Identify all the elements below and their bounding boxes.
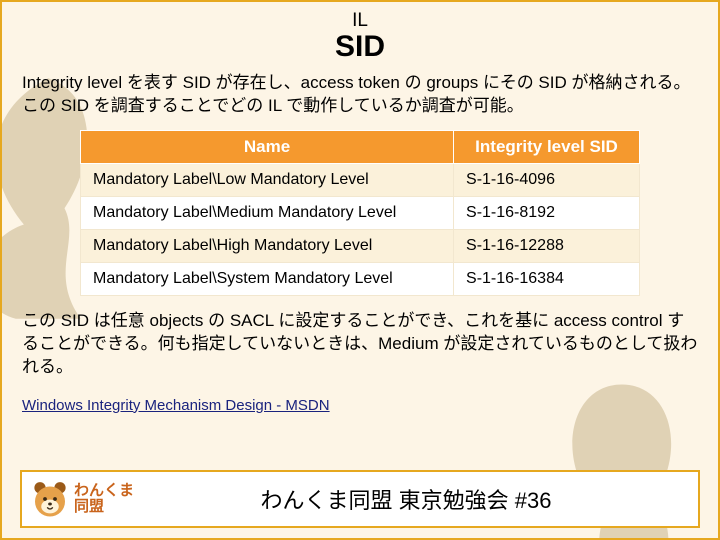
intro-paragraph: Integrity level を表す SID が存在し、access toke… <box>22 72 698 118</box>
logo-line1: わんくま <box>74 483 134 500</box>
cell-sid: S-1-16-8192 <box>454 196 640 229</box>
footer-title: わんくま同盟 東京勉強会 #36 <box>134 483 698 515</box>
closing-paragraph: この SID は任意 objects の SACL に設定することができ、これを… <box>22 310 698 379</box>
logo-line2: 同盟 <box>74 499 134 516</box>
content-area: IL SID Integrity level を表す SID が存在し、acce… <box>2 2 718 415</box>
page-title: SID <box>22 30 698 64</box>
cell-name: Mandatory Label\High Mandatory Level <box>81 229 454 262</box>
table-row: Mandatory Label\Medium Mandatory Level S… <box>81 196 640 229</box>
cell-name: Mandatory Label\Low Mandatory Level <box>81 163 454 196</box>
table-row: Mandatory Label\System Mandatory Level S… <box>81 262 640 295</box>
pre-title: IL <box>22 10 698 32</box>
cell-sid: S-1-16-12288 <box>454 229 640 262</box>
table-row: Mandatory Label\Low Mandatory Level S-1-… <box>81 163 640 196</box>
footer-bar: わんくま 同盟 わんくま同盟 東京勉強会 #36 <box>20 470 700 528</box>
sid-table: Name Integrity level SID Mandatory Label… <box>80 130 640 296</box>
bear-icon <box>30 479 70 519</box>
cell-name: Mandatory Label\System Mandatory Level <box>81 262 454 295</box>
slide: IL SID Integrity level を表す SID が存在し、acce… <box>0 0 720 540</box>
logo: わんくま 同盟 <box>22 479 134 519</box>
cell-sid: S-1-16-4096 <box>454 163 640 196</box>
table-row: Mandatory Label\High Mandatory Level S-1… <box>81 229 640 262</box>
cell-sid: S-1-16-16384 <box>454 262 640 295</box>
col-header-name: Name <box>81 130 454 163</box>
col-header-sid: Integrity level SID <box>454 130 640 163</box>
msdn-link[interactable]: Windows Integrity Mechanism Design - MSD… <box>22 397 330 414</box>
cell-name: Mandatory Label\Medium Mandatory Level <box>81 196 454 229</box>
logo-text: わんくま 同盟 <box>74 483 134 516</box>
